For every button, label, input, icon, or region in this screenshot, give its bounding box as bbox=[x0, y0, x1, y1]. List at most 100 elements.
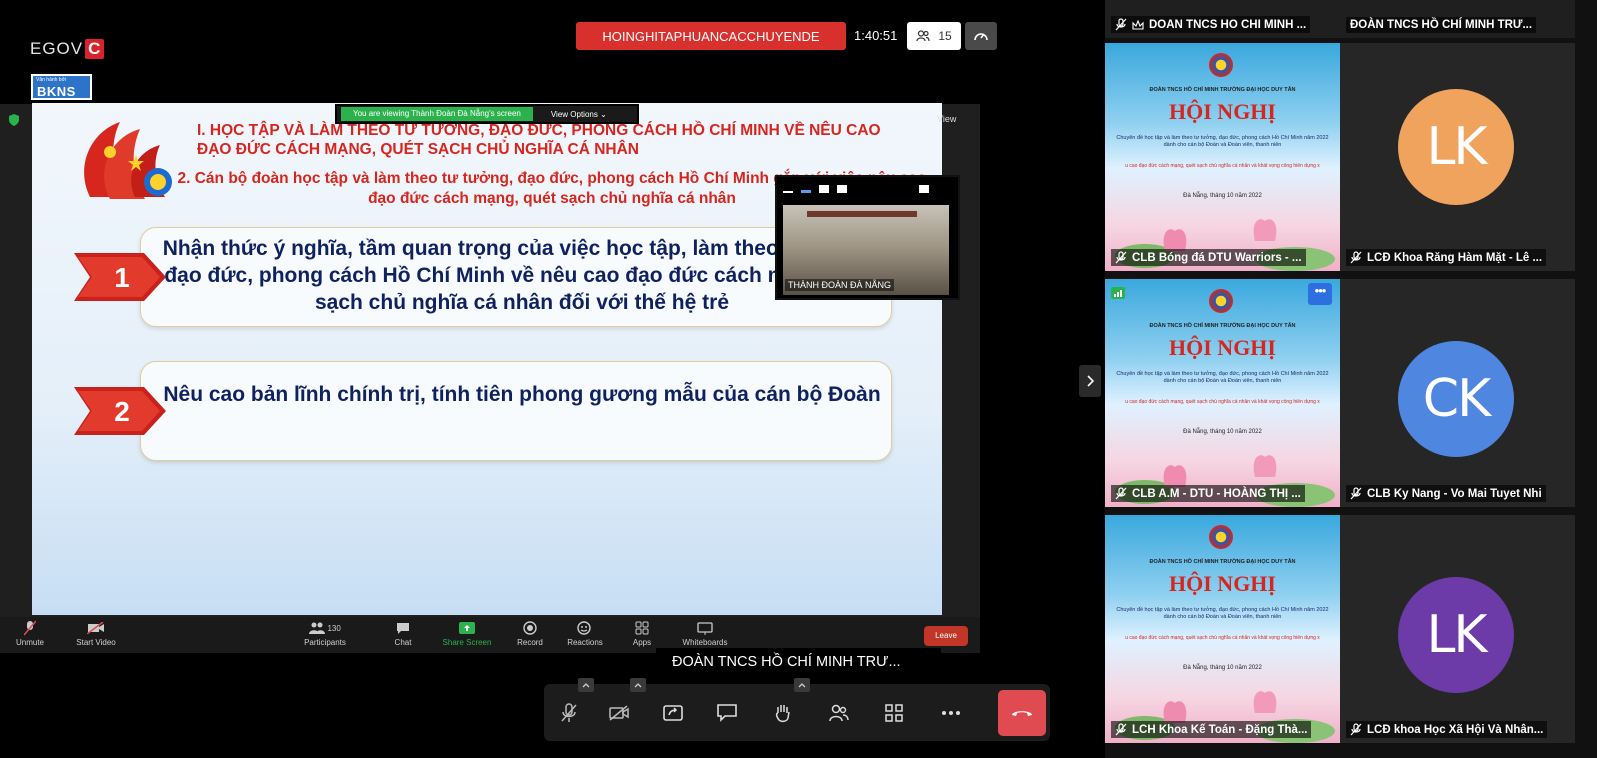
participant-tile-top-right[interactable]: ĐOÀN TNCS HỒ CHÍ MINH TRƯ... bbox=[1340, 0, 1575, 38]
present-icon bbox=[663, 705, 683, 721]
chevron-right-icon bbox=[1087, 375, 1094, 387]
present-screen-button[interactable] bbox=[658, 698, 688, 728]
video-participant-name: THÀNH ĐOÀN ĐÀ NẴNG bbox=[785, 279, 895, 291]
participant-name: CLB A.M - DTU - HOÀNG THỊ ... bbox=[1111, 485, 1305, 502]
mic-toggle-button[interactable] bbox=[554, 698, 584, 728]
meeting-title[interactable]: HOINGHITAPHUANCACCHUYENDE bbox=[576, 22, 846, 50]
smiley-plus-icon bbox=[577, 621, 591, 635]
signal-strength-icon bbox=[1111, 287, 1125, 299]
comment-icon bbox=[717, 704, 737, 722]
participant-name: LCH Khoa Kế Toán - Đặng Thà... bbox=[1111, 721, 1312, 738]
slide-heading-main: I. HỌC TẬP VÀ LÀM THEO TƯ TƯỞNG, ĐẠO ĐỨC… bbox=[197, 122, 881, 158]
unmute-button[interactable]: Unmute bbox=[14, 620, 46, 647]
minimize-icon[interactable] bbox=[783, 191, 793, 193]
participant-tile[interactable]: LK LCĐ khoa Học Xã Hội Và Nhân... bbox=[1340, 515, 1575, 743]
participant-name: ĐOÀN TNCS HỒ CHÍ MINH TRƯ... bbox=[1346, 17, 1537, 33]
participants-button[interactable]: 130 Participants bbox=[300, 620, 350, 647]
speedometer-icon bbox=[974, 33, 988, 41]
participants-counter-button[interactable]: 15 bbox=[907, 22, 961, 50]
participant-name: CLB Bóng đá DTU Warriors - ... bbox=[1111, 249, 1306, 266]
shield-icon bbox=[9, 114, 19, 126]
mic-muted-icon bbox=[1115, 18, 1127, 31]
more-options-button[interactable] bbox=[936, 698, 966, 728]
conference-poster-video: ĐOÀN TNCS HỒ CHÍ MINH TRƯỜNG ĐẠI HỌC DUY… bbox=[1105, 279, 1340, 507]
mic-muted-icon bbox=[1115, 723, 1127, 736]
participant-tile[interactable]: ĐOÀN TNCS HỒ CHÍ MINH TRƯỜNG ĐẠI HỌC DUY… bbox=[1105, 515, 1340, 743]
mic-muted-icon bbox=[1350, 723, 1362, 736]
avatar: CK bbox=[1398, 341, 1514, 457]
mic-muted-icon bbox=[24, 620, 36, 636]
chevron-up-icon bbox=[798, 683, 806, 688]
record-button[interactable]: Record bbox=[514, 620, 546, 647]
union-logo-icon bbox=[1209, 289, 1233, 313]
collapse-sidebar-button[interactable] bbox=[1079, 365, 1101, 397]
network-stats-button[interactable] bbox=[965, 22, 997, 50]
end-call-button[interactable] bbox=[998, 690, 1046, 736]
share-screen-icon bbox=[459, 622, 475, 634]
chevron-up-icon bbox=[634, 683, 642, 688]
camera-options-caret[interactable] bbox=[630, 678, 646, 692]
union-logo-icon bbox=[1209, 525, 1233, 549]
start-video-button[interactable]: Start Video bbox=[72, 620, 120, 647]
reactions-button[interactable]: Reactions bbox=[564, 620, 606, 647]
fullscreen-icon[interactable] bbox=[919, 185, 929, 193]
participant-name: CLB Ky Nang - Vo Mai Tuyet Nhi bbox=[1346, 485, 1546, 502]
participant-tile[interactable]: LK LCĐ Khoa Răng Hàm Mặt - Lê ... bbox=[1340, 43, 1575, 271]
participant-tile[interactable]: CK CLB Ky Nang - Vo Mai Tuyet Nhi bbox=[1340, 279, 1575, 507]
participants-icon bbox=[916, 30, 930, 42]
meeting-timer: 1:40:51 bbox=[854, 28, 898, 43]
whiteboards-button[interactable]: Whiteboards bbox=[680, 620, 730, 647]
floating-video-toolbar[interactable] bbox=[783, 185, 929, 193]
conference-poster-video: ĐOÀN TNCS HỒ CHÍ MINH TRƯỜNG ĐẠI HỌC DUY… bbox=[1105, 515, 1340, 743]
camera-off-icon bbox=[609, 705, 629, 721]
active-speaker-name: ĐOÀN TNCS HỒ CHÍ MINH TRƯ... bbox=[656, 648, 941, 676]
slide-item-text-2: Nêu cao bản lĩnh chính trị, tính tiên ph… bbox=[163, 383, 881, 406]
youth-union-flags-logo bbox=[84, 122, 172, 199]
raise-hand-button[interactable] bbox=[768, 698, 798, 728]
more-horizontal-icon bbox=[942, 711, 960, 715]
chat-icon bbox=[397, 622, 409, 634]
zoom-meeting-window: EGOV C Văn hành bởi BKNS HOINGHITAPHUANCA… bbox=[0, 0, 1597, 758]
single-view-icon[interactable] bbox=[801, 190, 811, 193]
speaker-view-icon[interactable] bbox=[819, 185, 829, 193]
layout-button[interactable] bbox=[879, 698, 909, 728]
slide-item-box-2 bbox=[140, 361, 892, 461]
mic-options-caret[interactable] bbox=[578, 678, 594, 692]
viewing-screen-label: You are viewing Thành Đoàn Đà Nẵng's scr… bbox=[341, 107, 533, 121]
captions-button[interactable] bbox=[712, 698, 742, 728]
mic-muted-icon bbox=[1115, 251, 1127, 264]
bkns-logo: Văn hành bởi BKNS bbox=[31, 74, 92, 100]
participant-tile[interactable]: ĐOÀN TNCS HỒ CHÍ MINH TRƯỜNG ĐẠI HỌC DUY… bbox=[1105, 43, 1340, 271]
mic-muted-icon bbox=[1350, 251, 1362, 264]
number-arrow-2-label: 2 bbox=[114, 396, 130, 427]
union-logo-icon bbox=[1209, 53, 1233, 77]
leave-meeting-button[interactable]: Leave bbox=[924, 626, 968, 646]
reaction-options-caret[interactable] bbox=[794, 678, 810, 692]
phone-hangup-icon bbox=[1012, 711, 1032, 716]
whiteboard-icon bbox=[697, 621, 713, 635]
view-options-menu[interactable]: View Options ⌄ bbox=[551, 110, 607, 119]
mic-muted-icon bbox=[1350, 487, 1362, 500]
chat-button[interactable]: Chat bbox=[388, 620, 418, 647]
record-icon bbox=[523, 621, 537, 635]
share-screen-button[interactable]: Share Screen bbox=[440, 620, 494, 647]
avatar: LK bbox=[1398, 89, 1514, 205]
people-icon bbox=[829, 704, 849, 722]
egov-logo: EGOV C bbox=[30, 39, 105, 59]
participant-name: LCĐ Khoa Răng Hàm Mặt - Lê ... bbox=[1346, 249, 1547, 266]
avatar: LK bbox=[1398, 577, 1514, 693]
participants-icon bbox=[309, 622, 326, 634]
tile-more-options-button[interactable]: ••• bbox=[1308, 283, 1332, 305]
number-arrow-1-label: 1 bbox=[114, 262, 130, 293]
participant-tile-top-left[interactable]: DOAN TNCS HO CHI MINH ... bbox=[1105, 0, 1340, 38]
participant-tile[interactable]: ĐOÀN TNCS HỒ CHÍ MINH TRƯỜNG ĐẠI HỌC DUY… bbox=[1105, 279, 1340, 507]
participant-gallery: DOAN TNCS HO CHI MINH ... ĐOÀN TNCS HỒ C… bbox=[1105, 0, 1597, 758]
video-backdrop-banner bbox=[807, 211, 917, 217]
apps-button[interactable]: Apps bbox=[626, 620, 658, 647]
camera-toggle-button[interactable] bbox=[604, 698, 634, 728]
grid-view-icon[interactable] bbox=[837, 185, 847, 193]
participant-name: DOAN TNCS HO CHI MINH ... bbox=[1111, 16, 1311, 33]
people-button[interactable] bbox=[824, 698, 854, 728]
view-mode-button[interactable]: View bbox=[937, 114, 956, 124]
floating-video-window[interactable]: THÀNH ĐOÀN ĐÀ NẴNG bbox=[775, 175, 960, 300]
